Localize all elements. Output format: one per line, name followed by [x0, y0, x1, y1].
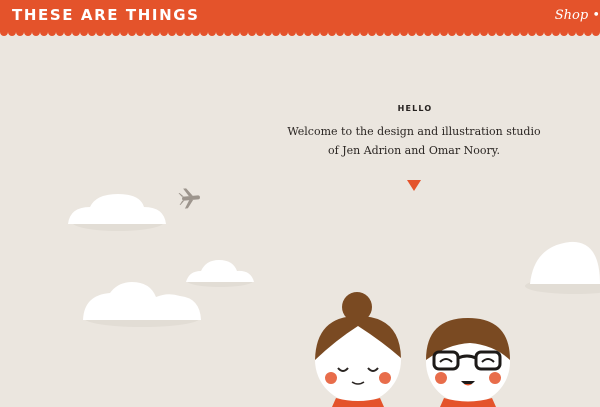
cloud	[525, 241, 600, 294]
illustration-scene	[68, 188, 600, 407]
cloud	[186, 260, 254, 287]
cloud	[68, 194, 166, 231]
character-jen	[315, 292, 401, 407]
airplane-icon	[178, 188, 200, 209]
character-omar	[426, 318, 510, 407]
cloud	[83, 282, 201, 327]
